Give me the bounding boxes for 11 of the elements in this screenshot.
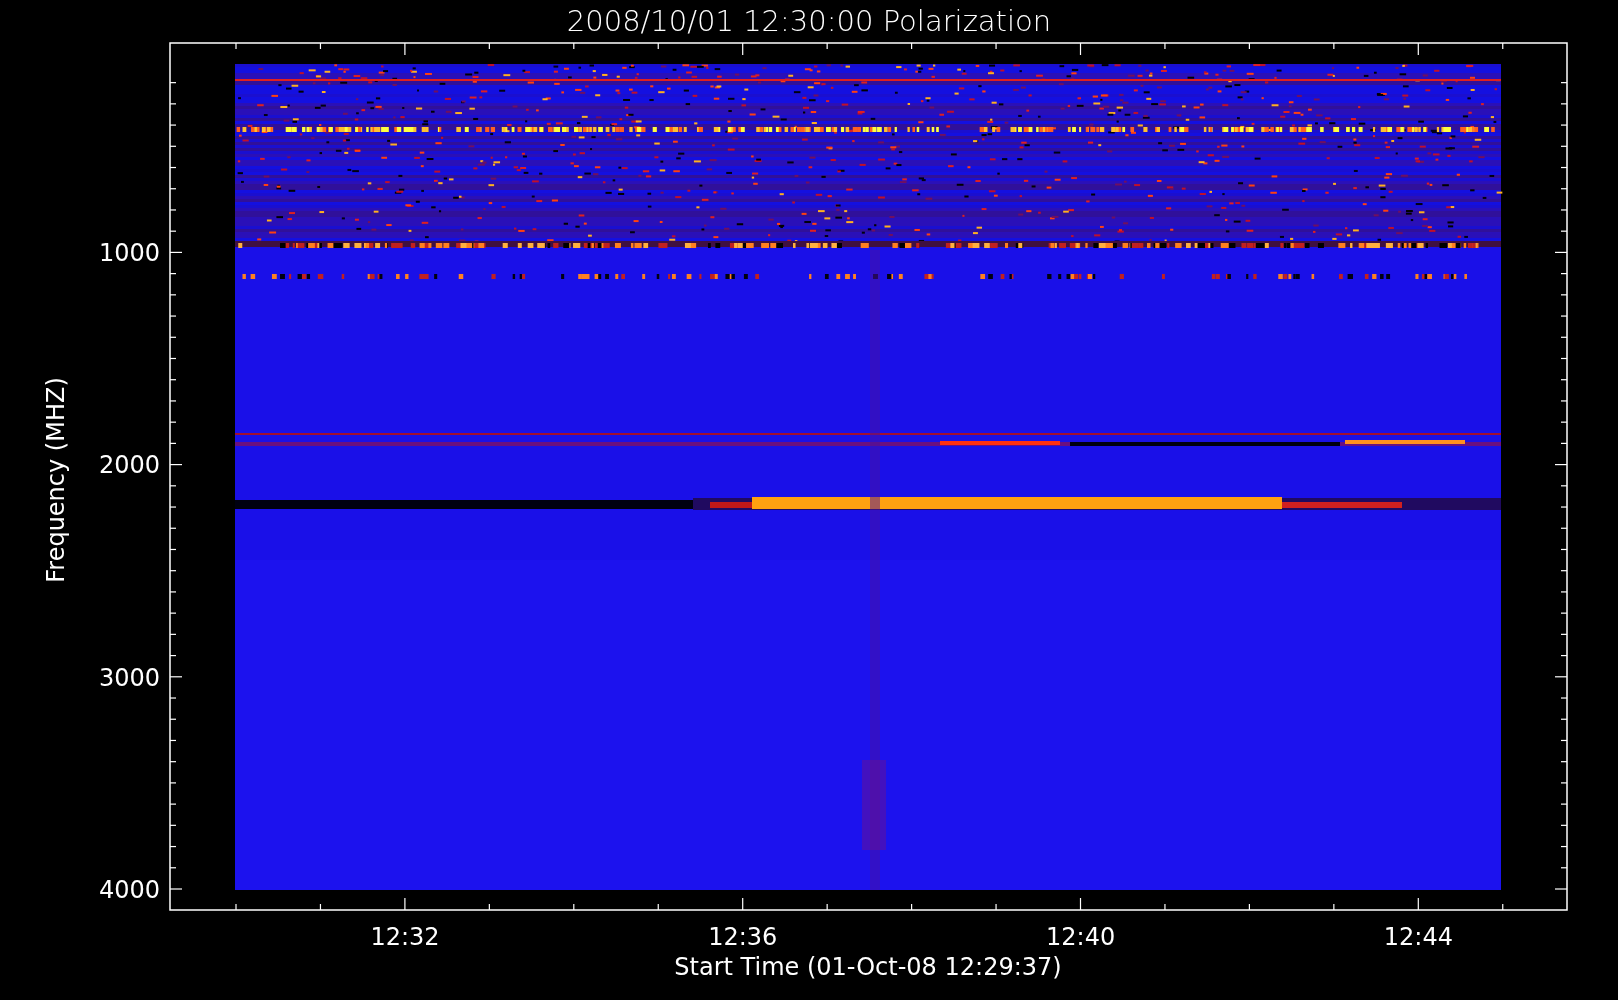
x-axis-label: Start Time (01-Oct-08 12:29:37): [674, 953, 1062, 981]
x-tick-label: 12:44: [1383, 923, 1453, 951]
y-tick-label: 2000: [98, 451, 160, 480]
y-tick-label: 4000: [98, 875, 160, 904]
y-tick-label: 1000: [98, 239, 160, 267]
x-tick-label: 12:32: [370, 923, 440, 951]
x-tick-label: 12:40: [1046, 923, 1116, 951]
x-tick-label: 12:36: [708, 923, 778, 951]
y-tick-label: 3000: [98, 663, 160, 692]
y-axis-label: Frequency (MHZ): [42, 377, 70, 583]
plot-title: 2008/10/01 12:30:00 Polarization: [566, 4, 1052, 38]
